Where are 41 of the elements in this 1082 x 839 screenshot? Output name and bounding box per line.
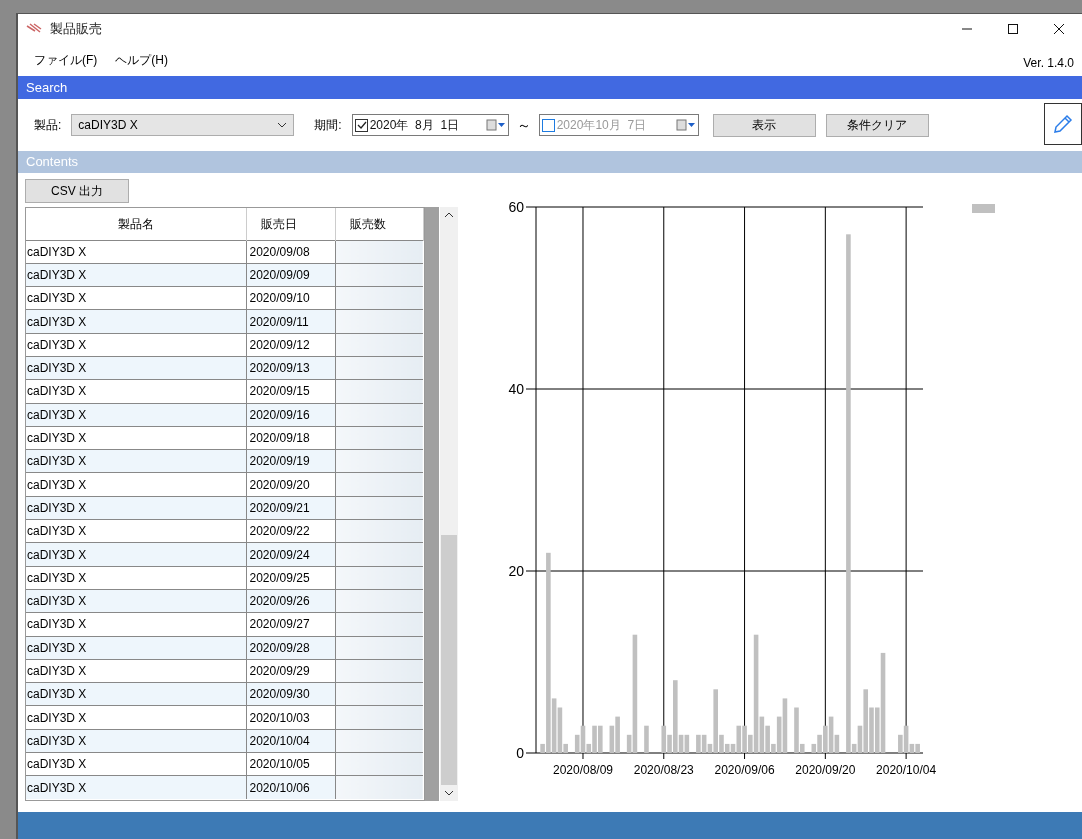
action-button[interactable]: 条件クリア bbox=[825, 113, 929, 137]
close-icon bbox=[1053, 23, 1065, 35]
field-label: 製品: bbox=[34, 117, 62, 134]
product-dropdown[interactable]: caDIY3D X bbox=[71, 114, 295, 136]
axis-label: 40 bbox=[508, 381, 524, 397]
date-picker[interactable]: 2020年 8月 1日 bbox=[351, 114, 509, 136]
scroll-up-icon[interactable] bbox=[444, 211, 454, 218]
window-title: 製品販売 bbox=[50, 20, 102, 39]
field-label: 期間: bbox=[314, 117, 342, 134]
menu-item[interactable]: ヘルプ(H) bbox=[107, 49, 176, 71]
csv-export-button[interactable]: CSV 出力 bbox=[25, 179, 129, 203]
table-cell: 2020/10/06 bbox=[246, 775, 335, 800]
calendar-icon[interactable] bbox=[675, 119, 696, 131]
pencil-icon bbox=[1052, 113, 1074, 135]
checkbox[interactable] bbox=[541, 118, 555, 132]
table-cell: caDIY3D X bbox=[26, 775, 246, 800]
section-header: Search bbox=[18, 76, 1082, 99]
legend-swatch bbox=[972, 204, 995, 213]
edit-button[interactable] bbox=[1044, 103, 1082, 145]
chevron-down-icon bbox=[277, 122, 288, 128]
axis-label: 2020/08/09 bbox=[552, 763, 613, 777]
scroll-down-icon[interactable] bbox=[444, 790, 454, 797]
axis-label: 2020/09/20 bbox=[795, 763, 856, 777]
version-label: Ver. 1.4.0 bbox=[1023, 54, 1074, 72]
checkbox[interactable] bbox=[354, 118, 368, 132]
axis-label: 2020/09/06 bbox=[714, 763, 775, 777]
app-icon bbox=[26, 23, 42, 35]
action-button[interactable]: 表示 bbox=[712, 113, 816, 137]
menu-item[interactable]: ファイル(F) bbox=[26, 49, 106, 71]
range-separator: ～ bbox=[516, 115, 531, 135]
axis-label: 2020/10/04 bbox=[876, 763, 937, 777]
axis-label: 0 bbox=[516, 745, 524, 761]
axis-label: 2020/08/23 bbox=[633, 763, 694, 777]
axis-label: 20 bbox=[508, 563, 524, 579]
scrollbar-thumb[interactable] bbox=[441, 535, 457, 785]
bar bbox=[644, 725, 649, 753]
maximize-icon bbox=[1007, 23, 1019, 35]
scrollbar[interactable] bbox=[440, 207, 458, 801]
axis-label: 60 bbox=[508, 199, 524, 215]
calendar-icon[interactable] bbox=[485, 119, 506, 131]
section-header: Contents bbox=[18, 151, 1082, 173]
